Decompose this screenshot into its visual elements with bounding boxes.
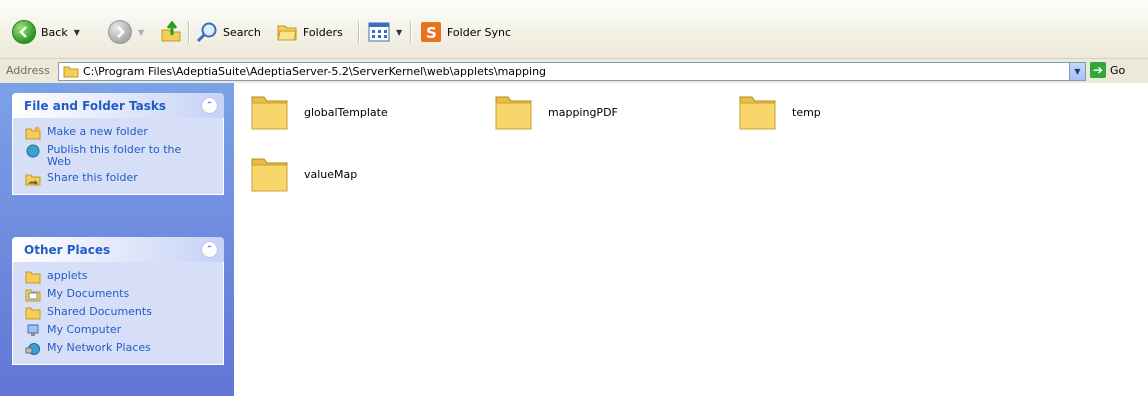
folder-sync-button[interactable]: S Folder Sync <box>420 19 511 45</box>
task-publish-to-web[interactable]: Publish this folder to the Web <box>13 142 223 170</box>
address-bar: Address C:\Program Files\AdeptiaSuite\Ad… <box>0 58 1148 84</box>
task-share-folder[interactable]: Share this folder <box>13 170 223 188</box>
svg-text:S: S <box>426 24 437 42</box>
forward-arrow-icon <box>108 20 132 44</box>
folder-item[interactable]: mappingPDF <box>494 93 618 131</box>
place-label: My Network Places <box>47 341 151 354</box>
task-label: Share this folder <box>47 171 138 184</box>
back-dropdown-icon[interactable]: ▼ <box>74 28 80 37</box>
share-folder-icon <box>25 174 41 186</box>
address-field[interactable]: C:\Program Files\AdeptiaSuite\AdeptiaSer… <box>58 62 1086 81</box>
folders-icon <box>277 25 297 41</box>
task-label: Publish this folder to the Web <box>47 143 182 168</box>
toolbar-separator <box>410 21 412 43</box>
go-label: Go <box>1110 63 1126 77</box>
views-icon <box>368 22 390 42</box>
place-label: My Computer <box>47 323 122 336</box>
folder-icon <box>739 96 776 130</box>
search-label: Search <box>223 25 261 39</box>
folder-icon <box>495 96 532 130</box>
folder-name: mappingPDF <box>548 105 618 119</box>
folder-icon <box>63 66 79 78</box>
network-places-icon <box>25 343 40 355</box>
place-label: applets <box>47 269 88 282</box>
place-my-computer[interactable]: My Computer <box>13 322 223 340</box>
folder-item[interactable]: valueMap <box>250 155 357 193</box>
panel-body: applets My Documents Shared Documents My… <box>12 262 224 365</box>
place-applets[interactable]: applets <box>13 268 223 286</box>
task-pane: File and Folder Tasks ⌃ Make a new folde… <box>0 83 234 396</box>
search-button[interactable]: Search <box>196 19 261 45</box>
folder-sync-label: Folder Sync <box>447 25 512 39</box>
search-icon <box>196 22 217 43</box>
folder-name: valueMap <box>304 167 358 181</box>
place-label: Shared Documents <box>47 305 152 318</box>
task-make-new-folder[interactable]: Make a new folder <box>13 124 223 142</box>
folders-button[interactable]: Folders <box>276 19 343 45</box>
views-dropdown-icon[interactable]: ▼ <box>396 28 402 37</box>
task-label: Make a new folder <box>47 125 148 138</box>
my-computer-icon <box>27 324 39 336</box>
folder-icon <box>25 307 41 320</box>
publish-web-icon <box>26 144 40 158</box>
collapse-chevron-icon[interactable]: ⌃ <box>201 97 218 114</box>
panel-title: File and Folder Tasks <box>24 99 167 113</box>
back-label: Back <box>41 25 68 39</box>
my-documents-icon <box>25 289 41 302</box>
new-folder-icon <box>25 126 41 140</box>
place-shared-documents[interactable]: Shared Documents <box>13 304 223 322</box>
back-arrow-icon <box>12 20 36 44</box>
forward-dropdown-icon[interactable]: ▼ <box>138 28 144 37</box>
panel-title: Other Places <box>24 243 111 257</box>
folder-icon <box>25 271 41 284</box>
toolbar-separator <box>188 21 190 43</box>
collapse-chevron-icon[interactable]: ⌃ <box>201 241 218 258</box>
go-arrow-icon: ➔ <box>1090 62 1106 78</box>
folder-icon <box>251 96 288 130</box>
address-path: C:\Program Files\AdeptiaSuite\AdeptiaSer… <box>83 65 547 78</box>
folder-name: temp <box>792 105 821 119</box>
folder-name: globalTemplate <box>304 105 388 119</box>
panel-header[interactable]: Other Places ⌃ <box>12 237 224 262</box>
address-dropdown-icon[interactable]: ▼ <box>1069 63 1085 80</box>
place-my-documents[interactable]: My Documents <box>13 286 223 304</box>
toolbar-separator <box>358 21 360 43</box>
panel-header[interactable]: File and Folder Tasks ⌃ <box>12 93 224 118</box>
back-button[interactable]: Back ▼ <box>12 19 80 45</box>
file-list: globalTemplate mappingPDF temp valueMap <box>234 83 1148 396</box>
panel-body: Make a new folder Publish this folder to… <box>12 118 224 195</box>
views-button[interactable]: ▼ <box>368 19 402 45</box>
address-label: Address <box>6 64 50 77</box>
folder-icon <box>251 158 288 192</box>
folder-item[interactable]: globalTemplate <box>250 93 388 131</box>
go-button[interactable]: ➔ Go <box>1090 62 1125 78</box>
toolbar: Back ▼ ▼ Search Folders ▼ S Folder Sync <box>0 0 1148 58</box>
up-folder-icon <box>161 21 181 42</box>
place-my-network-places[interactable]: My Network Places <box>13 340 223 358</box>
place-label: My Documents <box>47 287 130 300</box>
up-button[interactable] <box>160 19 182 45</box>
other-places-panel: Other Places ⌃ applets My Documents Shar… <box>12 237 224 365</box>
folder-sync-icon: S <box>421 22 441 42</box>
file-folder-tasks-panel: File and Folder Tasks ⌃ Make a new folde… <box>12 93 224 195</box>
forward-button[interactable]: ▼ <box>108 19 144 45</box>
folders-label: Folders <box>303 25 343 39</box>
folder-item[interactable]: temp <box>738 93 821 131</box>
